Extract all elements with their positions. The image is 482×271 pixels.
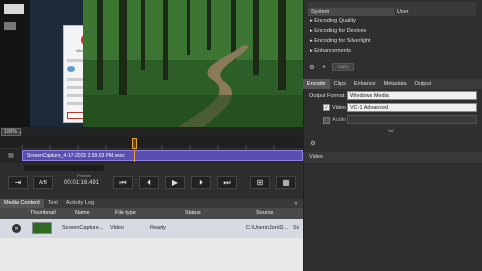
col-file-type[interactable]: File type (115, 210, 136, 216)
add-icon[interactable]: + (320, 63, 328, 71)
col-user[interactable]: User (394, 8, 476, 16)
encode-tabs: Encode Clips Enhance Metadata Output (303, 79, 482, 89)
tab-encode[interactable]: Encode (303, 79, 330, 89)
timecode: 00:01:16.491 (64, 180, 100, 186)
forest-scene-image (83, 0, 303, 127)
split-icon[interactable]: ⊞ (250, 176, 270, 189)
col-name[interactable]: Name (75, 210, 90, 216)
preset-enhancements[interactable]: ▸ Enhancements (310, 46, 476, 56)
preset-label: Encoding Quality (314, 18, 356, 24)
media-table-header: Thumbnail Name File type Status Source (0, 208, 303, 219)
playhead-line (134, 150, 135, 162)
position-slider[interactable] (24, 165, 104, 171)
preset-label: Enhancements (314, 48, 351, 54)
output-format-select[interactable]: Windows Media (347, 91, 477, 100)
playhead-handle[interactable] (132, 138, 137, 149)
zoom-bar: 100% ▾ (0, 127, 303, 137)
tab-activity-log[interactable]: Activity Log (62, 199, 98, 208)
video-frame (83, 0, 303, 127)
tab-metadata[interactable]: Metadata (380, 79, 411, 89)
preview-area: Microsoft Edge (0, 0, 303, 127)
remove-icon[interactable]: ✕ (12, 224, 21, 233)
tab-clips[interactable]: Clips (330, 79, 350, 89)
app-icon (4, 4, 24, 14)
insert-icon[interactable]: ⇥ (8, 176, 28, 189)
video-label: Video (332, 105, 346, 111)
audio-label: Audio (332, 117, 347, 123)
transport-bar: ⇥ A/B Position 00:01:16.491 ⏮ ⏴ ▶ ⏵ ⏭ ⊞ … (0, 163, 303, 199)
weather-icon (67, 66, 75, 72)
ruler-ticks (21, 143, 275, 149)
timeline-ruler[interactable] (0, 137, 303, 149)
timeline-clip[interactable]: ScreenCapture_4-17-2015 3.59.03 PM.xesc (22, 150, 303, 161)
zoom-dropdown-icon[interactable]: ▾ (18, 128, 23, 136)
col-status[interactable]: Status (185, 210, 201, 216)
table-row[interactable]: ✕ ScreenCapture... Video Ready C:\Users\… (0, 219, 303, 238)
media-content-tabs: Media Content Text Activity Log ✕ (0, 199, 303, 208)
preset-encoding-devices[interactable]: ▸ Encoding for Devices (310, 26, 476, 36)
settings-gear-icon[interactable]: ⚙ (308, 139, 318, 147)
video-section-label: Video (309, 154, 323, 160)
ab-button[interactable]: A/B (33, 176, 53, 189)
video-codec-select[interactable]: VC-1 Advanced (347, 103, 477, 112)
frame-icon[interactable]: ▦ (276, 176, 296, 189)
video-section-header[interactable]: Video (303, 152, 482, 163)
preset-encoding-silverlight[interactable]: ▸ Encoding for Silverlight (310, 36, 476, 46)
col-thumbnail[interactable]: Thumbnail (30, 210, 56, 216)
preset-label: Encoding for Devices (314, 28, 367, 34)
desktop-preview: Microsoft Edge (30, 0, 111, 127)
clip-name: ScreenCapture_4-17-2015 3.59.03 PM.xesc (27, 153, 125, 159)
row-source: C:\Users\Jon\D... (246, 225, 288, 231)
step-back-icon[interactable]: ⏴ (139, 176, 159, 189)
preset-encoding-quality[interactable]: ▸ Encoding Quality (310, 16, 476, 26)
col-system[interactable]: System (308, 8, 394, 16)
audio-codec-select[interactable] (347, 115, 477, 124)
thumbnail-image (32, 222, 52, 234)
preview-thumbnail-strip (0, 0, 30, 127)
video-checkbox[interactable]: ✓ (323, 104, 330, 111)
tab-text[interactable]: Text (44, 199, 62, 208)
tab-media-content[interactable]: Media Content (0, 199, 44, 208)
preset-label: Encoding for Silverlight (314, 38, 371, 44)
apply-button[interactable]: Apply (332, 63, 354, 71)
tab-enhance[interactable]: Enhance (350, 79, 380, 89)
collapse-icon[interactable]: ︾ (386, 128, 396, 137)
gear-icon[interactable]: ⚙ (308, 63, 316, 71)
close-icon[interactable]: ✕ (292, 199, 300, 208)
row-file-type: Video (110, 225, 124, 231)
previous-marker-icon[interactable]: ⏮ (113, 176, 133, 189)
audio-checkbox[interactable] (323, 117, 330, 124)
next-marker-icon[interactable]: ⏭ (217, 176, 237, 189)
file-icon (4, 22, 16, 30)
play-icon[interactable]: ▶ (165, 176, 185, 189)
col-source[interactable]: Source (256, 210, 273, 216)
step-forward-icon[interactable]: ⏵ (191, 176, 211, 189)
row-name: ScreenCapture... (62, 225, 104, 231)
position-label: Position (77, 173, 92, 178)
output-format-label: Output Format: (309, 93, 346, 99)
film-icon: ▤ (8, 153, 14, 159)
tab-output[interactable]: Output (411, 79, 436, 89)
row-extra: Sc (293, 225, 300, 231)
row-status: Ready (150, 225, 166, 231)
